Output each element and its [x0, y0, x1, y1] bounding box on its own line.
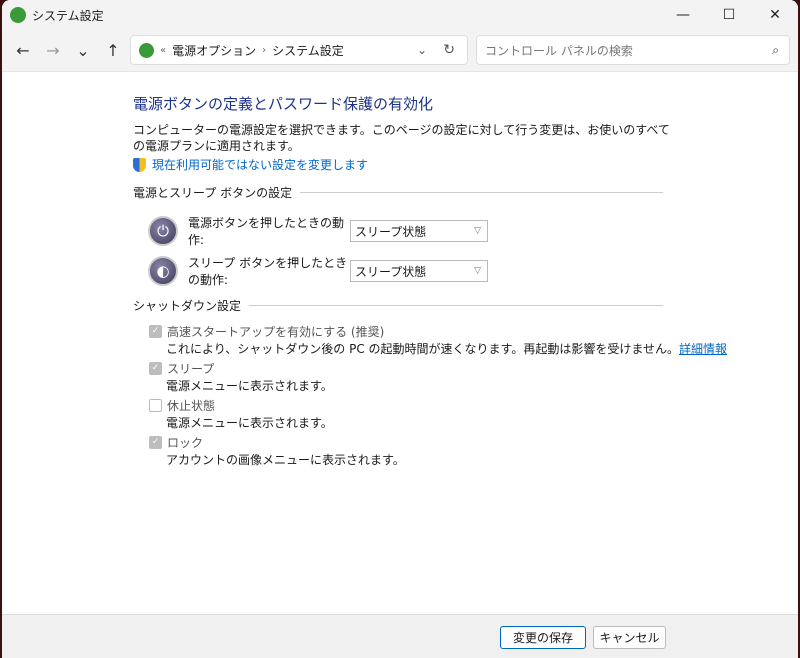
checkbox-label: 休止状態 [167, 399, 216, 413]
refresh-icon[interactable]: ↻ [443, 42, 455, 58]
selected-value: スリープ状態 [355, 264, 427, 279]
close-button[interactable]: ✕ [752, 0, 798, 30]
power-button-row: ⏻ 電源ボタンを押したときの動作: スリープ状態 ▽ [148, 214, 488, 248]
sleep-button-row: ◐ スリープ ボタンを押したときの動作: スリープ状態 ▽ [148, 254, 488, 288]
checkbox-label: 高速スタートアップを有効にする (推奨) [167, 325, 385, 339]
minimize-button[interactable]: — [660, 0, 706, 30]
breadcrumb-power-options[interactable]: 電源オプション [172, 42, 256, 59]
page-title: 電源ボタンの定義とパスワード保護の有効化 [133, 95, 434, 113]
option-description: 電源メニューに表示されます。 [166, 416, 333, 430]
checkbox-label: ロック [167, 436, 204, 450]
sleep-icon: ◐ [148, 256, 178, 286]
recent-locations-button[interactable]: ⌄ [68, 41, 98, 60]
lock-checkbox[interactable]: ✓ ロック [149, 434, 203, 451]
back-button[interactable]: ← [8, 41, 38, 60]
hibernate-checkbox[interactable]: 休止状態 [149, 397, 215, 414]
sleep-checkbox[interactable]: ✓ スリープ [149, 360, 214, 377]
save-changes-button[interactable]: 変更の保存 [500, 626, 586, 649]
checkbox-checked[interactable]: ✓ [149, 436, 162, 449]
chevron-down-icon: ▽ [474, 266, 481, 276]
shutdown-section-header: シャットダウン設定 [133, 297, 663, 314]
option-description: 電源メニューに表示されます。 [166, 379, 333, 393]
breadcrumb-system-settings[interactable]: システム設定 [272, 42, 344, 59]
chevron-down-icon[interactable]: ⌄ [417, 43, 427, 57]
fast-startup-desc: これにより、シャットダウン後の PC の起動時間が速くなります。再起動は影響を受… [166, 340, 727, 357]
checkbox-unchecked[interactable] [149, 399, 162, 412]
crumb-prefix[interactable]: « [160, 45, 166, 56]
forward-button[interactable]: → [38, 41, 68, 60]
checkbox-label: スリープ [167, 362, 215, 376]
window-title: システム設定 [32, 8, 104, 23]
power-options-icon [139, 42, 154, 58]
power-options-icon [10, 7, 26, 23]
more-info-link[interactable]: 詳細情報 [679, 342, 727, 356]
breadcrumb-separator[interactable]: › [262, 45, 266, 56]
fast-startup-checkbox[interactable]: ✓ 高速スタートアップを有効にする (推奨) [149, 323, 384, 340]
maximize-button[interactable]: ☐ [706, 0, 752, 30]
search-placeholder: コントロール パネルの検索 [485, 43, 633, 58]
uac-shield-icon [133, 157, 146, 172]
content-area: 電源ボタンの定義とパスワード保護の有効化 コンピューターの電源設定を選択できます… [2, 72, 798, 614]
page-description: コンピューターの電源設定を選択できます。このページの設定に対して行う変更は、お使… [133, 123, 670, 153]
power-icon: ⏻ [148, 216, 178, 246]
checkbox-checked[interactable]: ✓ [149, 362, 162, 375]
selected-value: スリープ状態 [355, 224, 427, 239]
option-description: これにより、シャットダウン後の PC の起動時間が速くなります。再起動は影響を受… [166, 342, 679, 356]
address-bar[interactable]: « 電源オプション › システム設定 ⌄ ↻ [130, 35, 468, 65]
section-title: シャットダウン設定 [133, 299, 242, 313]
power-section-header: 電源とスリープ ボタンの設定 [133, 184, 663, 201]
change-unavailable-settings-link[interactable]: 現在利用可能ではない設定を変更します [133, 156, 368, 173]
section-title: 電源とスリープ ボタンの設定 [133, 186, 293, 200]
checkbox-checked[interactable]: ✓ [149, 325, 162, 338]
title-bar: システム設定 — ☐ ✕ [2, 0, 798, 30]
sleep-button-label: スリープ ボタンを押したときの動作: [188, 256, 348, 287]
up-button[interactable]: ↑ [98, 41, 128, 60]
footer: 変更の保存 キャンセル [2, 614, 798, 658]
sleep-button-select[interactable]: スリープ状態 ▽ [350, 260, 488, 282]
search-icon[interactable]: ⌕ [772, 43, 779, 58]
power-button-label: 電源ボタンを押したときの動作: [188, 216, 345, 247]
system-settings-window: システム設定 — ☐ ✕ ← → ⌄ ↑ « 電源オプション › システム設定 … [2, 0, 798, 658]
navigation-bar: ← → ⌄ ↑ « 電源オプション › システム設定 ⌄ ↻ コントロール パネ… [2, 30, 798, 72]
cancel-button[interactable]: キャンセル [593, 626, 666, 649]
power-button-select[interactable]: スリープ状態 ▽ [350, 220, 488, 242]
link-label: 現在利用可能ではない設定を変更します [152, 158, 369, 172]
chevron-down-icon: ▽ [474, 226, 481, 236]
option-description: アカウントの画像メニューに表示されます。 [166, 453, 405, 467]
search-input[interactable]: コントロール パネルの検索 ⌕ [476, 35, 790, 65]
